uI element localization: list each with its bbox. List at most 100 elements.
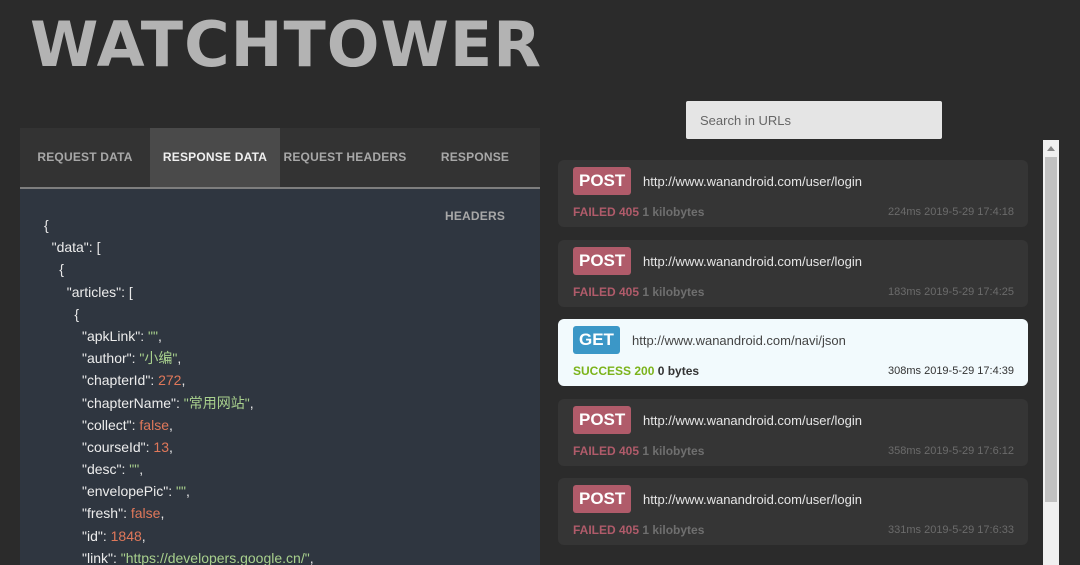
json-line: { <box>44 303 534 325</box>
response-size: 1 kilobytes <box>642 523 705 538</box>
scrollbar-thumb[interactable] <box>1045 157 1057 502</box>
json-line: "apkLink": "", <box>82 327 162 344</box>
json-key: "apkLink" <box>82 327 141 344</box>
json-line: "author": "小编", <box>82 350 182 367</box>
status-code: FAILED 405 <box>573 443 640 458</box>
json-value: "常用网站" <box>183 394 250 411</box>
request-timing: 183ms 2019-5-29 17:4:25 <box>888 286 1014 298</box>
json-value: { <box>44 217 49 233</box>
json-line: "courseId": 13, <box>82 438 173 455</box>
response-size: 1 kilobytes <box>642 443 705 458</box>
http-method-badge: POST <box>573 485 632 514</box>
http-method-badge: POST <box>573 167 632 195</box>
json-value: "小编" <box>139 350 178 367</box>
request-timestamp: 2019-5-29 17:6:33 <box>924 524 1014 537</box>
json-line: "chapterId": 272, <box>82 372 186 389</box>
request-url: http://www.wanandroid.com/user/login <box>643 412 862 428</box>
status-code: SUCCESS 200 <box>573 364 655 379</box>
response-size: 1 kilobytes <box>642 205 705 219</box>
json-value: [ <box>128 283 133 300</box>
request-url: http://www.wanandroid.com/user/login <box>643 492 862 508</box>
json-key: "envelopePic" <box>82 483 169 500</box>
tab-request-headers[interactable]: REQUEST HEADERS <box>280 128 410 187</box>
request-card[interactable]: POST http://www.wanandroid.com/user/login… <box>558 398 1028 466</box>
detail-panel: REQUEST DATA RESPONSE DATA REQUEST HEADE… <box>20 128 540 565</box>
json-key: "author" <box>82 350 132 367</box>
json-value: 13 <box>153 438 169 455</box>
request-duration: 331ms <box>887 524 922 537</box>
request-timestamp: 2019-5-29 17:4:25 <box>924 285 1014 298</box>
response-json-viewer: {"data": [{"articles": [{"apkLink": "", "… <box>44 214 534 565</box>
json-line: "desc": "", <box>82 461 144 478</box>
json-value: { <box>59 261 64 278</box>
request-timing: 331ms 2019-5-29 17:6:33 <box>888 524 1014 536</box>
status-code: FAILED 405 <box>573 205 640 219</box>
request-timing: 358ms 2019-5-29 17:6:12 <box>888 445 1014 457</box>
status-code: FAILED 405 <box>573 523 640 538</box>
request-duration: 308ms <box>887 365 922 378</box>
json-key: "data" <box>51 239 89 256</box>
json-key: "fresh" <box>82 505 124 522</box>
request-duration: 224ms <box>887 206 922 218</box>
response-size: 1 kilobytes <box>642 284 705 299</box>
json-value: "https://developers.google.cn/" <box>120 549 310 565</box>
request-url: http://www.wanandroid.com/user/login <box>643 253 862 269</box>
request-timing: 308ms 2019-5-29 17:4:39 <box>888 365 1014 377</box>
json-key: "collect" <box>82 416 132 433</box>
json-line: "data": [ <box>51 239 101 256</box>
request-card[interactable]: POST http://www.wanandroid.com/user/login… <box>558 239 1028 307</box>
json-key: "link" <box>82 549 113 565</box>
detail-tabs: REQUEST DATA RESPONSE DATA REQUEST HEADE… <box>20 128 540 223</box>
request-timestamp: 2019-5-29 17:4:18 <box>924 206 1014 218</box>
json-line: "id": 1848, <box>82 527 146 544</box>
request-url: http://www.wanandroid.com/user/login <box>643 174 862 189</box>
json-line: "collect": false, <box>82 416 173 433</box>
app-title: WATCHTOWER <box>30 8 542 81</box>
request-status: FAILED 405 1 kilobytes <box>573 285 704 299</box>
search-input[interactable] <box>686 101 942 139</box>
json-value: "" <box>147 327 158 344</box>
json-value: false <box>130 505 161 522</box>
request-status: FAILED 405 1 kilobytes <box>573 205 704 219</box>
json-line: { <box>44 258 534 280</box>
json-key: "courseId" <box>82 438 146 455</box>
request-timestamp: 2019-5-29 17:4:39 <box>924 365 1014 378</box>
json-key: "chapterId" <box>82 372 151 389</box>
json-line: "envelopePic": "", <box>82 483 190 500</box>
request-card[interactable]: POST http://www.wanandroid.com/user/login… <box>558 478 1028 546</box>
json-line: "chapterName": "常用网站", <box>82 394 254 411</box>
json-value: [ <box>96 239 101 256</box>
request-status: FAILED 405 1 kilobytes <box>573 444 704 458</box>
request-timing: 224ms 2019-5-29 17:4:18 <box>888 206 1014 218</box>
json-line: { <box>44 214 534 236</box>
request-card[interactable]: GET http://www.wanandroid.com/navi/json SU… <box>558 319 1028 387</box>
http-method-badge: POST <box>573 405 632 434</box>
json-value: 1848 <box>110 527 142 544</box>
json-key: "chapterName" <box>82 394 176 411</box>
json-key: "desc" <box>82 461 122 478</box>
json-key: "id" <box>82 527 103 544</box>
request-timestamp: 2019-5-29 17:6:12 <box>924 444 1014 457</box>
request-card[interactable]: POST http://www.wanandroid.com/user/login… <box>558 160 1028 227</box>
json-value: false <box>139 416 169 433</box>
response-size: 0 bytes <box>657 364 700 379</box>
json-line: "fresh": false, <box>82 505 165 522</box>
json-line: "link": "https://developers.google.cn/", <box>82 549 314 565</box>
tab-response-data[interactable]: RESPONSE DATA <box>150 128 280 187</box>
request-duration: 183ms <box>887 285 922 298</box>
tab-request-data[interactable]: REQUEST DATA <box>20 128 150 187</box>
json-value: "" <box>176 483 186 500</box>
request-status: SUCCESS 200 0 bytes <box>573 364 699 378</box>
request-list-scrollbar[interactable] <box>1043 140 1059 565</box>
json-key: "articles" <box>66 283 122 300</box>
scroll-up-arrow-icon[interactable] <box>1043 140 1059 156</box>
request-url: http://www.wanandroid.com/navi/json <box>632 333 846 349</box>
request-status: FAILED 405 1 kilobytes <box>573 523 704 537</box>
json-line: "articles": [ <box>66 283 133 300</box>
json-value: { <box>74 305 80 322</box>
json-value: 272 <box>158 372 182 389</box>
http-method-badge: POST <box>573 246 632 275</box>
request-list: POST http://www.wanandroid.com/user/login… <box>558 160 1028 565</box>
json-value: "" <box>129 461 140 478</box>
tab-response-headers[interactable]: RESPONSE HEADERS <box>410 128 540 223</box>
